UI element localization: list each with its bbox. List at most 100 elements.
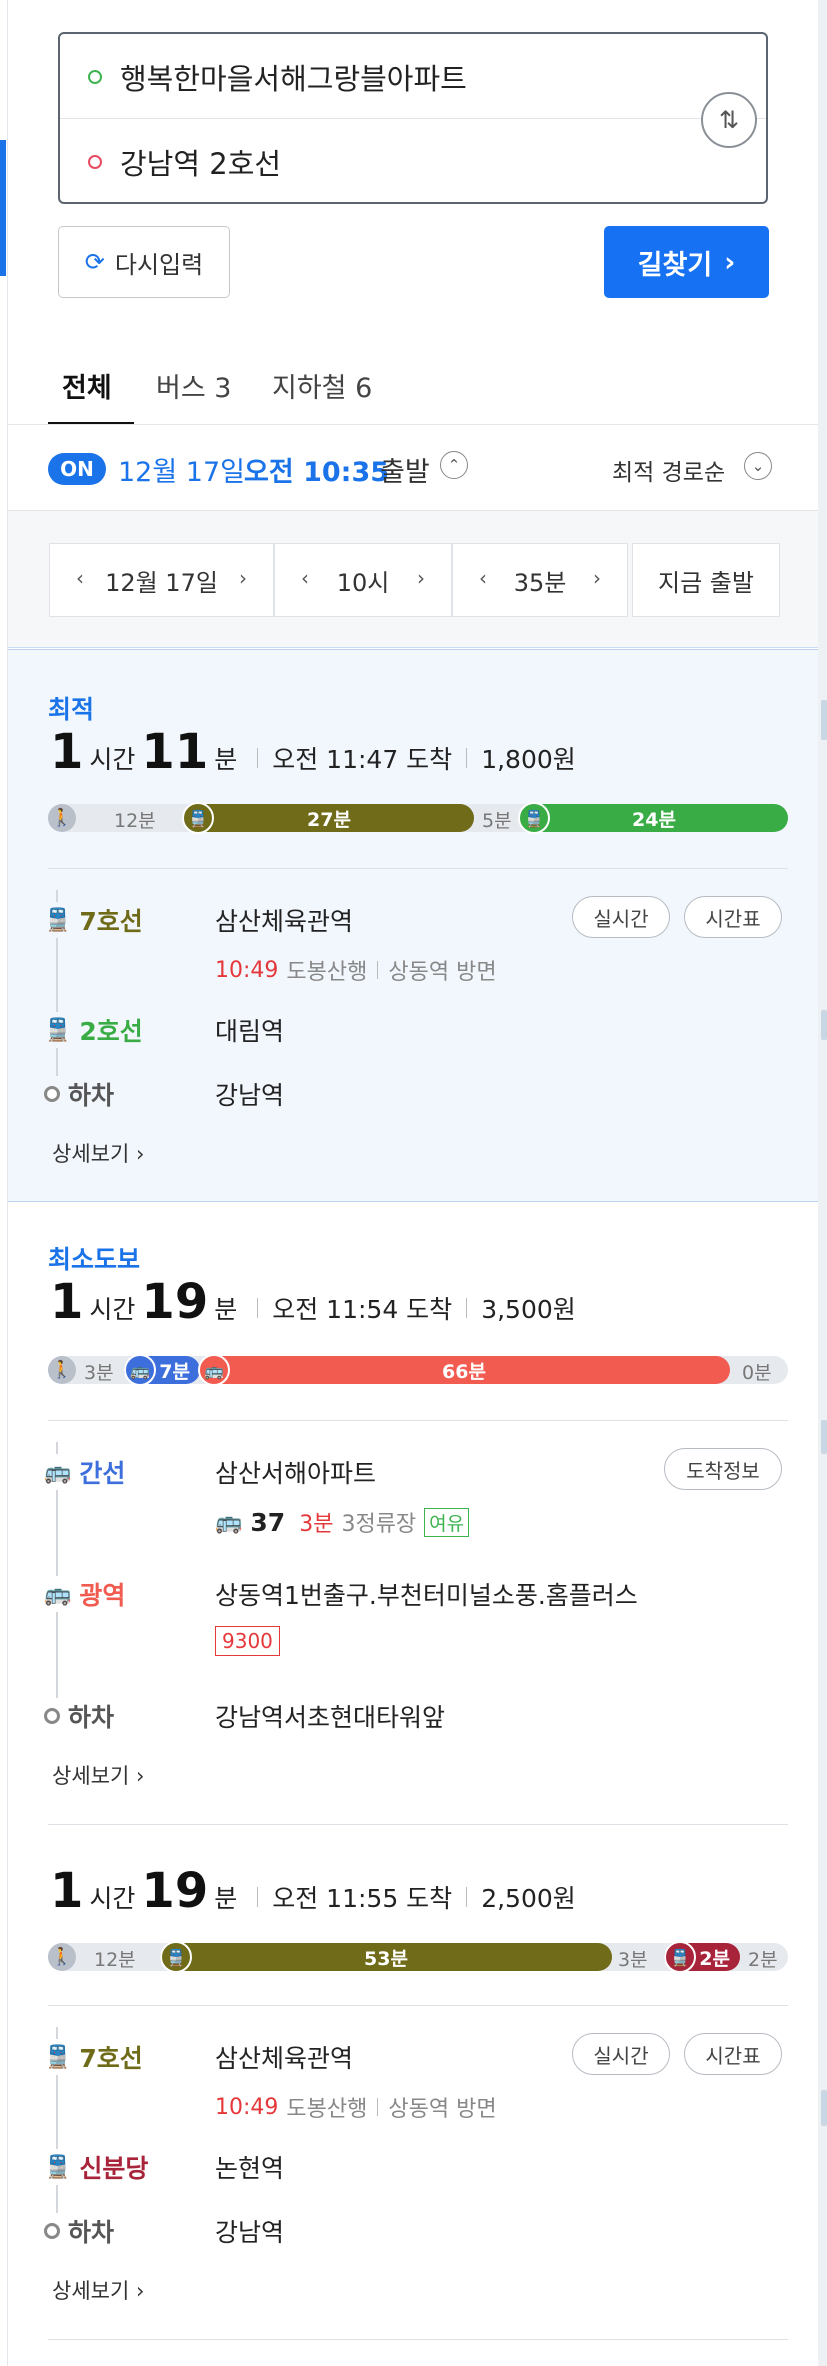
walk-icon: 🚶: [48, 1356, 76, 1384]
bus-number-badge[interactable]: 9300: [215, 1626, 280, 1656]
timetable-button[interactable]: 시간표: [684, 2033, 782, 2075]
duration-minutes: 19: [141, 1274, 209, 1330]
swap-icon[interactable]: ⇅: [701, 92, 757, 148]
reset-button[interactable]: ⟳ 다시입력: [58, 226, 230, 298]
chevron-right-icon[interactable]: ›: [239, 566, 247, 590]
find-route-button[interactable]: 길찾기 ›: [604, 226, 769, 298]
walk-time: 12분: [114, 810, 156, 832]
detail-link[interactable]: 상세보기 ›: [52, 2275, 144, 2305]
route-duration: 1 시간 11 분 오전 11:47 도착 1,800원: [50, 724, 576, 780]
leg-type-label: 간선: [79, 1459, 126, 1488]
route-card-best[interactable]: 최적 1 시간 11 분 오전 11:47 도착 1,800원 🚶 12분 27…: [8, 649, 818, 1202]
find-route-label: 길찾기: [637, 249, 713, 281]
duration-minutes: 19: [141, 1863, 209, 1919]
detail-link[interactable]: 상세보기 ›: [52, 1760, 144, 1790]
sort-label[interactable]: 최적 경로순: [612, 453, 725, 487]
origin-row[interactable]: 행복한마을서해그랑블아파트: [60, 34, 766, 119]
departure-date[interactable]: 12월 17일: [118, 450, 245, 489]
end-walk-time: 0분: [742, 1362, 772, 1384]
hour-stepper-value: 10시: [336, 568, 390, 597]
segment-line7: 53분: [160, 1943, 612, 1971]
destination-row[interactable]: 강남역 2호선: [60, 119, 766, 204]
leg-type-alight: 하차: [44, 2213, 115, 2249]
detail-link-label: 상세보기: [52, 2279, 130, 2303]
chevron-right-icon: ›: [135, 1142, 145, 1166]
walk-time: 3분: [84, 1362, 114, 1384]
chevron-right-icon[interactable]: ›: [417, 566, 425, 590]
chevron-left-icon[interactable]: ‹: [76, 566, 84, 590]
chevron-up-icon[interactable]: ⌃: [440, 451, 468, 479]
departure-options-row: ON 12월 17일 오전 10:35 출발 ⌃ 최적 경로순 ⌄: [8, 425, 818, 511]
chevron-down-icon[interactable]: ⌄: [744, 452, 772, 480]
chevron-right-icon: ›: [135, 2279, 145, 2303]
route-card-least-walk[interactable]: 최소도보 1 시간 19 분 오전 11:54 도착 3,500원 🚶 3분 7…: [8, 1202, 818, 1827]
timetable-button[interactable]: 시간표: [684, 896, 782, 938]
subway-icon: 🚆: [44, 1017, 72, 1043]
subway-icon: 🚆: [664, 1941, 696, 1973]
leg-stop: 삼산체육관역: [215, 2044, 354, 2073]
date-stepper[interactable]: ‹ 12월 17일 ›: [49, 543, 274, 617]
subway-icon: 🚆: [160, 1941, 192, 1973]
leg-type-line7: 🚆 7호선: [44, 2039, 143, 2075]
minute-unit: 분: [214, 1295, 238, 1324]
realtime-button[interactable]: 실시간: [572, 2033, 670, 2075]
tab-all[interactable]: 전체: [62, 366, 112, 405]
tab-bus[interactable]: 버스 3: [156, 366, 231, 405]
leg-stop: 삼산서해아파트: [215, 1459, 377, 1488]
arrival-info-button[interactable]: 도착정보: [664, 1448, 782, 1490]
fare: 2,500원: [481, 1884, 576, 1913]
duration-minutes: 11: [141, 724, 209, 780]
fare: 1,800원: [481, 745, 576, 774]
bus-number[interactable]: 37: [250, 1508, 285, 1537]
route-card-third[interactable]: 1 시간 19 분 오전 11:55 도착 2,500원 🚶 12분 53분 🚆…: [8, 1827, 818, 2366]
leg-type-label: 신분당: [79, 2154, 149, 2183]
origin-input[interactable]: 행복한마을서해그랑블아파트: [120, 56, 467, 98]
leg-stop: 삼산체육관역: [215, 907, 354, 936]
leg-type-alight: 하차: [44, 1076, 115, 1112]
direction: 도봉산행: [286, 960, 368, 985]
chevron-left-icon[interactable]: ‹: [301, 566, 309, 590]
subway-icon: 🚆: [44, 907, 72, 933]
hour-stepper[interactable]: ‹ 10시 ›: [274, 543, 452, 617]
walk-icon: 🚶: [48, 1943, 76, 1971]
detail-link-label: 상세보기: [52, 1142, 130, 1166]
duration-hours: 1: [50, 1274, 84, 1330]
crowd-badge: 여유: [424, 1507, 470, 1537]
departure-on-badge[interactable]: ON: [48, 453, 106, 485]
bus-icon: 🚌: [215, 1509, 243, 1535]
destination-input[interactable]: 강남역 2호선: [120, 141, 281, 183]
minute-stepper[interactable]: ‹ 35분 ›: [452, 543, 628, 617]
tab-subway[interactable]: 지하철 6: [272, 366, 372, 405]
chevron-right-icon[interactable]: ›: [593, 566, 601, 590]
leg-type-alight: 하차: [44, 1698, 115, 1734]
leg-type-label: 하차: [68, 1703, 115, 1732]
minute-stepper-value: 35분: [513, 568, 567, 597]
leg-stop: 상동역1번출구.부천터미널소풍.홈플러스: [215, 1581, 638, 1610]
refresh-icon: ⟳: [84, 248, 105, 276]
leg-type-label: 하차: [68, 1081, 115, 1110]
date-stepper-value: 12월 17일: [105, 568, 218, 597]
arrival-time: 오전 11:54 도착: [272, 1295, 453, 1324]
minute-unit: 분: [214, 745, 238, 774]
subway-icon: 🚆: [44, 2044, 72, 2070]
route-search-panel: 행복한마을서해그랑블아파트 강남역 2호선 ⇅ ⟳ 다시입력 길찾기 › 전체 …: [0, 0, 827, 2366]
leg-type-line7: 🚆 7호선: [44, 902, 143, 938]
segment-line2: 24분: [520, 804, 788, 832]
leg-type-trunk-bus: 🚌 간선: [44, 1454, 126, 1490]
detail-link[interactable]: 상세보기 ›: [52, 1138, 144, 1168]
departure-time[interactable]: 오전 10:35: [244, 450, 389, 489]
arrival-time: 오전 11:47 도착: [272, 745, 453, 774]
leg-type-label: 광역: [79, 1581, 126, 1610]
leg-subinfo: 10:49 도봉산행 상동역 방면: [215, 2091, 497, 2123]
chevron-left-icon[interactable]: ‹: [479, 566, 487, 590]
departure-time: 10:49: [215, 2094, 279, 2120]
depart-now-button[interactable]: 지금 출발: [632, 543, 780, 617]
left-accent-bar: [0, 140, 6, 276]
route-duration: 1 시간 19 분 오전 11:54 도착 3,500원: [50, 1274, 576, 1330]
route-divider: [48, 868, 788, 869]
card-divider: [48, 1824, 788, 1825]
leg-subinfo: 🚌 37 3분 3정류장 여유: [215, 1506, 470, 1538]
route-divider: [48, 1420, 788, 1421]
realtime-button[interactable]: 실시간: [572, 896, 670, 938]
leg-stop: 논현역: [215, 2154, 285, 2183]
